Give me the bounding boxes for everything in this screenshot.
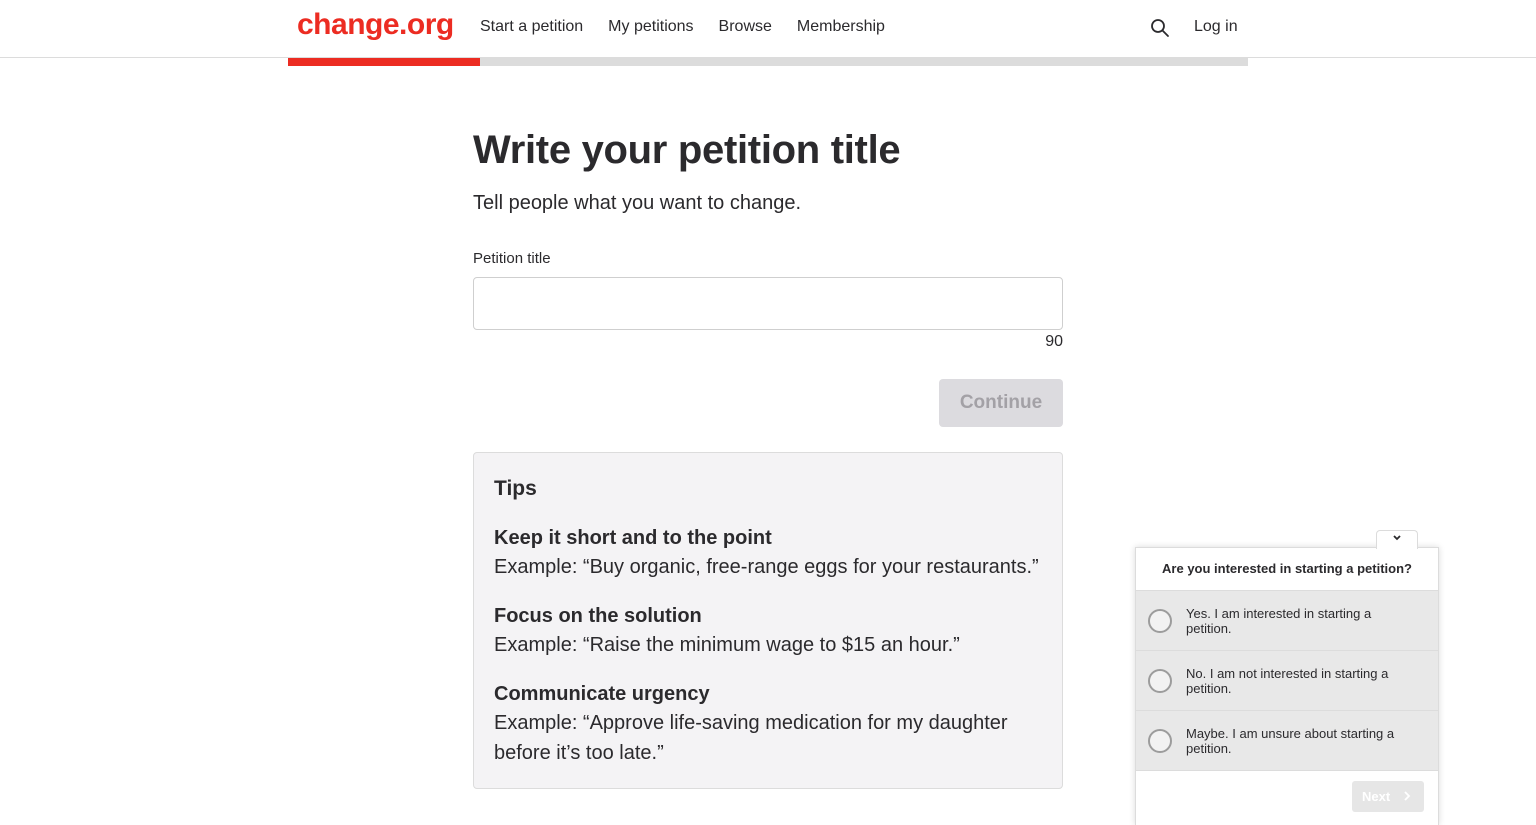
petition-title-label: Petition title (473, 250, 551, 267)
nav-membership[interactable]: Membership (797, 18, 885, 36)
tip-item: Focus on the solution Example: “Raise th… (494, 602, 1042, 660)
progress-bar-fill (288, 58, 480, 66)
petition-title-form: Write your petition title Tell people wh… (473, 126, 1063, 789)
tip-example: Example: “Buy organic, free-range eggs f… (494, 556, 1039, 578)
survey-option-maybe[interactable]: Maybe. I am unsure about starting a peti… (1136, 711, 1438, 771)
survey-option-label: No. I am not interested in starting a pe… (1186, 665, 1389, 696)
search-icon[interactable] (1150, 18, 1170, 38)
change-org-logo[interactable]: change.org (297, 8, 454, 42)
survey-collapse-button[interactable] (1376, 530, 1418, 549)
login-link[interactable]: Log in (1194, 18, 1238, 36)
page-title: Write your petition title (473, 128, 901, 172)
survey-options: Yes. I am interested in starting a petit… (1136, 590, 1438, 771)
tip-title: Focus on the solution (494, 605, 702, 627)
tip-example: Example: “Raise the minimum wage to $15 … (494, 634, 960, 656)
tips-box: Tips Keep it short and to the point Exam… (473, 452, 1063, 789)
radio-button[interactable] (1148, 668, 1172, 693)
character-count: 90 (1045, 333, 1063, 350)
tip-title: Keep it short and to the point (494, 527, 772, 549)
radio-button[interactable] (1148, 728, 1172, 753)
survey-option-label: Yes. I am interested in starting a petit… (1186, 605, 1372, 636)
page-subtitle: Tell people what you want to change. (473, 192, 801, 214)
survey-next-button[interactable]: Next (1352, 781, 1424, 812)
continue-button[interactable]: Continue (939, 379, 1063, 427)
site-header: change.org Start a petition My petitions… (0, 0, 1536, 58)
progress-bar (288, 58, 1248, 66)
petition-title-input[interactable] (473, 277, 1063, 330)
survey-widget: Are you interested in starting a petitio… (1135, 547, 1439, 825)
survey-option-no[interactable]: No. I am not interested in starting a pe… (1136, 651, 1438, 711)
tip-item: Keep it short and to the point Example: … (494, 524, 1042, 582)
chevron-right-icon (1404, 791, 1411, 801)
nav-start-a-petition[interactable]: Start a petition (480, 18, 583, 36)
tip-item: Communicate urgency Example: “Approve li… (494, 680, 1042, 768)
tips-heading: Tips (494, 477, 537, 500)
survey-option-label: Maybe. I am unsure about starting a peti… (1186, 725, 1395, 756)
nav-my-petitions[interactable]: My petitions (608, 18, 693, 36)
chevron-down-icon (1393, 535, 1401, 541)
nav-browse[interactable]: Browse (719, 18, 772, 36)
next-button-label: Next (1362, 789, 1391, 804)
survey-question: Are you interested in starting a petitio… (1162, 561, 1412, 576)
main-nav: Start a petition My petitions Browse Mem… (480, 18, 885, 36)
tip-title: Communicate urgency (494, 683, 710, 705)
radio-button[interactable] (1148, 608, 1172, 633)
survey-option-yes[interactable]: Yes. I am interested in starting a petit… (1136, 591, 1438, 651)
tip-example: Example: “Approve life-saving medication… (494, 712, 1008, 764)
